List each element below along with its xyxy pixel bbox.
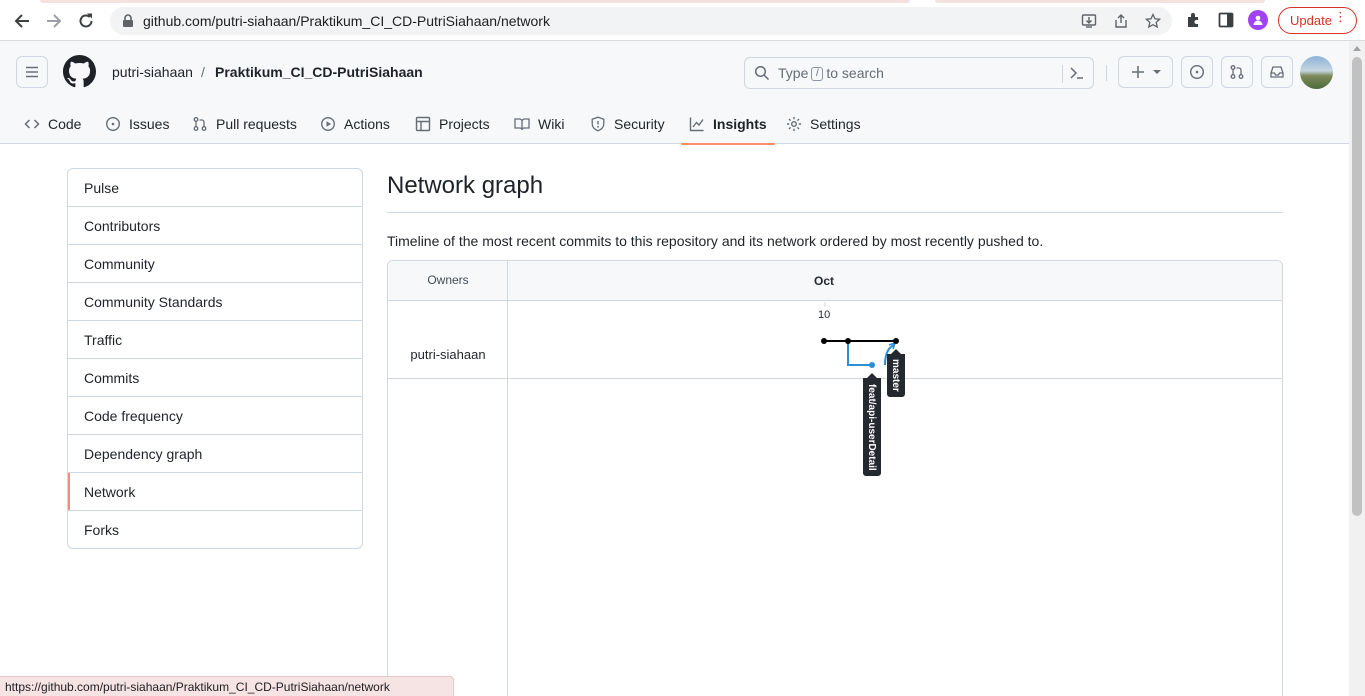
git-pull-request-icon — [1230, 65, 1244, 79]
tab-settings-label: Settings — [810, 115, 861, 132]
scroll-up-icon[interactable] — [1353, 46, 1361, 51]
address-url: github.com/putri-siahaan/Praktikum_CI_CD… — [143, 13, 550, 29]
search-icon — [754, 65, 770, 81]
tab-projects[interactable]: Projects — [415, 103, 490, 144]
tab-issues[interactable]: Issues — [105, 103, 169, 144]
menu-item-traffic[interactable]: Traffic — [68, 321, 362, 359]
play-icon — [320, 116, 336, 131]
create-new-button[interactable] — [1118, 56, 1173, 88]
menu-item-network[interactable]: Network — [68, 473, 362, 511]
profile-icon[interactable] — [1248, 10, 1268, 30]
update-button[interactable]: Update ⋮ — [1278, 7, 1357, 34]
table-icon — [415, 116, 431, 131]
breadcrumb-repo[interactable]: Praktikum_CI_CD-PutriSiahaan — [215, 64, 423, 80]
update-label: Update — [1290, 13, 1332, 28]
menu-dots-icon: ⋮ — [1334, 9, 1347, 24]
tab-actions-label: Actions — [344, 115, 390, 132]
page-title: Network graph — [387, 172, 544, 199]
back-icon[interactable] — [10, 9, 34, 33]
shield-icon — [591, 116, 605, 131]
share-icon[interactable] — [1112, 12, 1130, 30]
browser-toolbar: github.com/putri-siahaan/Praktikum_CI_CD… — [0, 0, 1365, 41]
issues-button[interactable] — [1181, 56, 1213, 88]
issue-icon — [105, 116, 121, 131]
commit-graph: master feat/api-userDetail — [821, 302, 905, 476]
tab-code[interactable]: Code — [24, 103, 81, 144]
plus-icon — [1131, 66, 1144, 78]
menu-item-community-standards[interactable]: Community Standards — [68, 283, 362, 321]
tab-code-label: Code — [48, 115, 82, 132]
search-divider — [1062, 65, 1063, 83]
github-logo-icon[interactable] — [63, 55, 96, 88]
forward-icon[interactable] — [42, 9, 66, 33]
feature-branch-line — [847, 341, 872, 366]
tab-projects-label: Projects — [439, 115, 490, 132]
book-icon — [514, 117, 530, 130]
commit-dot[interactable] — [821, 338, 827, 344]
tab-strip-edge — [40, 0, 910, 3]
caret-down-icon — [1152, 70, 1161, 74]
tab-wiki-label: Wiki — [538, 115, 565, 132]
command-palette-icon[interactable] — [1069, 65, 1085, 81]
gear-icon — [787, 116, 801, 131]
tab-wiki[interactable]: Wiki — [514, 103, 564, 144]
bookmark-star-icon[interactable] — [1144, 12, 1162, 30]
page-scrollbar[interactable] — [1349, 41, 1365, 696]
menu-item-code-frequency[interactable]: Code frequency — [68, 397, 362, 435]
scrollbar-thumb[interactable] — [1352, 57, 1362, 516]
menu-item-commits[interactable]: Commits — [68, 359, 362, 397]
branch-label-feature-text: feat/api-userDetail — [866, 384, 877, 471]
branch-label-master-text: master — [890, 359, 901, 392]
tab-actions[interactable]: Actions — [320, 103, 390, 144]
install-icon[interactable] — [1080, 12, 1098, 30]
commit-dot[interactable] — [869, 362, 875, 368]
repo-header: putri-siahaan / Praktikum_CI_CD-PutriSia… — [0, 41, 1349, 145]
commit-dot[interactable] — [893, 338, 899, 344]
breadcrumb-owner[interactable]: putri-siahaan — [112, 64, 193, 80]
page-description: Timeline of the most recent commits to t… — [387, 233, 1044, 249]
tab-security[interactable]: Security — [590, 103, 665, 144]
search-shortcut-key: / — [811, 67, 824, 82]
search-placeholder: Type / to search — [778, 64, 884, 82]
title-divider — [387, 212, 1283, 213]
menu-icon — [26, 66, 38, 78]
search-input[interactable]: Type / to search — [744, 57, 1094, 89]
tab-issues-label: Issues — [129, 115, 170, 132]
graph-icon — [689, 117, 704, 131]
pull-request-icon — [193, 116, 207, 131]
network-graph[interactable]: Owners Oct 10 putri-siahaan master feat/… — [387, 260, 1283, 696]
hamburger-menu-button[interactable] — [16, 56, 48, 88]
side-panel-icon[interactable] — [1215, 9, 1237, 31]
reload-icon[interactable] — [74, 9, 98, 33]
tab-strip-edge-right — [935, 0, 1265, 3]
avatar[interactable] — [1300, 56, 1333, 89]
address-bar[interactable]: github.com/putri-siahaan/Praktikum_CI_CD… — [110, 7, 1172, 35]
tab-pull-requests-label: Pull requests — [216, 115, 297, 132]
extensions-icon[interactable] — [1183, 9, 1205, 31]
branch-label-master[interactable]: master — [887, 349, 905, 397]
breadcrumb-separator: / — [201, 64, 205, 80]
tab-security-label: Security — [614, 115, 665, 132]
inbox-icon — [1270, 66, 1284, 78]
menu-item-forks[interactable]: Forks — [68, 511, 362, 548]
commit-dot[interactable] — [845, 338, 851, 344]
link-preview-status: https://github.com/putri-siahaan/Praktik… — [0, 676, 454, 696]
lock-icon[interactable] — [120, 13, 136, 29]
menu-item-dependency-graph[interactable]: Dependency graph — [68, 435, 362, 473]
issue-opened-icon — [1189, 64, 1205, 80]
pull-requests-button[interactable] — [1221, 56, 1253, 88]
code-icon — [24, 118, 40, 129]
header-divider — [1106, 65, 1107, 81]
inbox-button[interactable] — [1261, 56, 1293, 88]
menu-item-contributors[interactable]: Contributors — [68, 207, 362, 245]
repo-nav: Code Issues Pull requests Actions Projec… — [0, 103, 1349, 145]
tab-insights[interactable]: Insights — [681, 103, 775, 145]
insights-menu: Pulse Contributors Community Community S… — [67, 168, 363, 549]
tab-settings[interactable]: Settings — [786, 103, 861, 144]
branch-label-feature[interactable]: feat/api-userDetail — [863, 373, 881, 476]
tab-pull-requests[interactable]: Pull requests — [192, 103, 297, 144]
menu-item-community[interactable]: Community — [68, 245, 362, 283]
menu-item-pulse[interactable]: Pulse — [68, 169, 362, 207]
tab-insights-label: Insights — [713, 115, 767, 132]
